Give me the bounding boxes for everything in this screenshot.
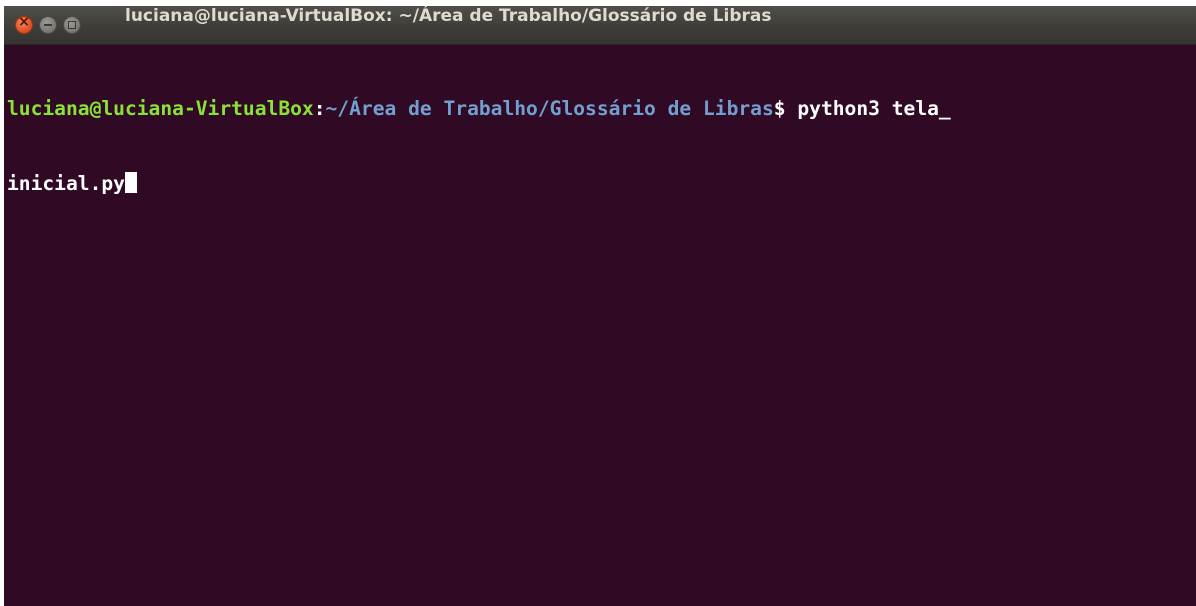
command-text-continued: inicial.py (7, 172, 125, 195)
terminal-output[interactable]: luciana@luciana-VirtualBox:~/Área de Tra… (7, 46, 1193, 606)
close-icon[interactable] (15, 14, 33, 34)
prompt-line: luciana@luciana-VirtualBox:~/Área de Tra… (7, 96, 1193, 121)
command-continuation-line: inicial.py (7, 171, 1193, 196)
prompt-path: ~/Área de Trabalho/Glossário de Libras (325, 97, 774, 120)
window-title: luciana@luciana-VirtualBox: ~/Área de Tr… (125, 6, 772, 26)
maximize-icon[interactable] (63, 16, 81, 34)
text-cursor (124, 172, 137, 193)
prompt-user-host: luciana@luciana-VirtualBox (7, 97, 314, 120)
terminal-window: luciana@luciana-VirtualBox: ~/Área de Tr… (4, 6, 1196, 606)
title-bar[interactable]: luciana@luciana-VirtualBox: ~/Área de Tr… (4, 6, 1196, 45)
minimize-icon[interactable] (39, 16, 57, 34)
command-text: python3 tela_ (785, 97, 951, 120)
prompt-separator: : (313, 97, 326, 120)
prompt-symbol: $ (773, 97, 786, 120)
